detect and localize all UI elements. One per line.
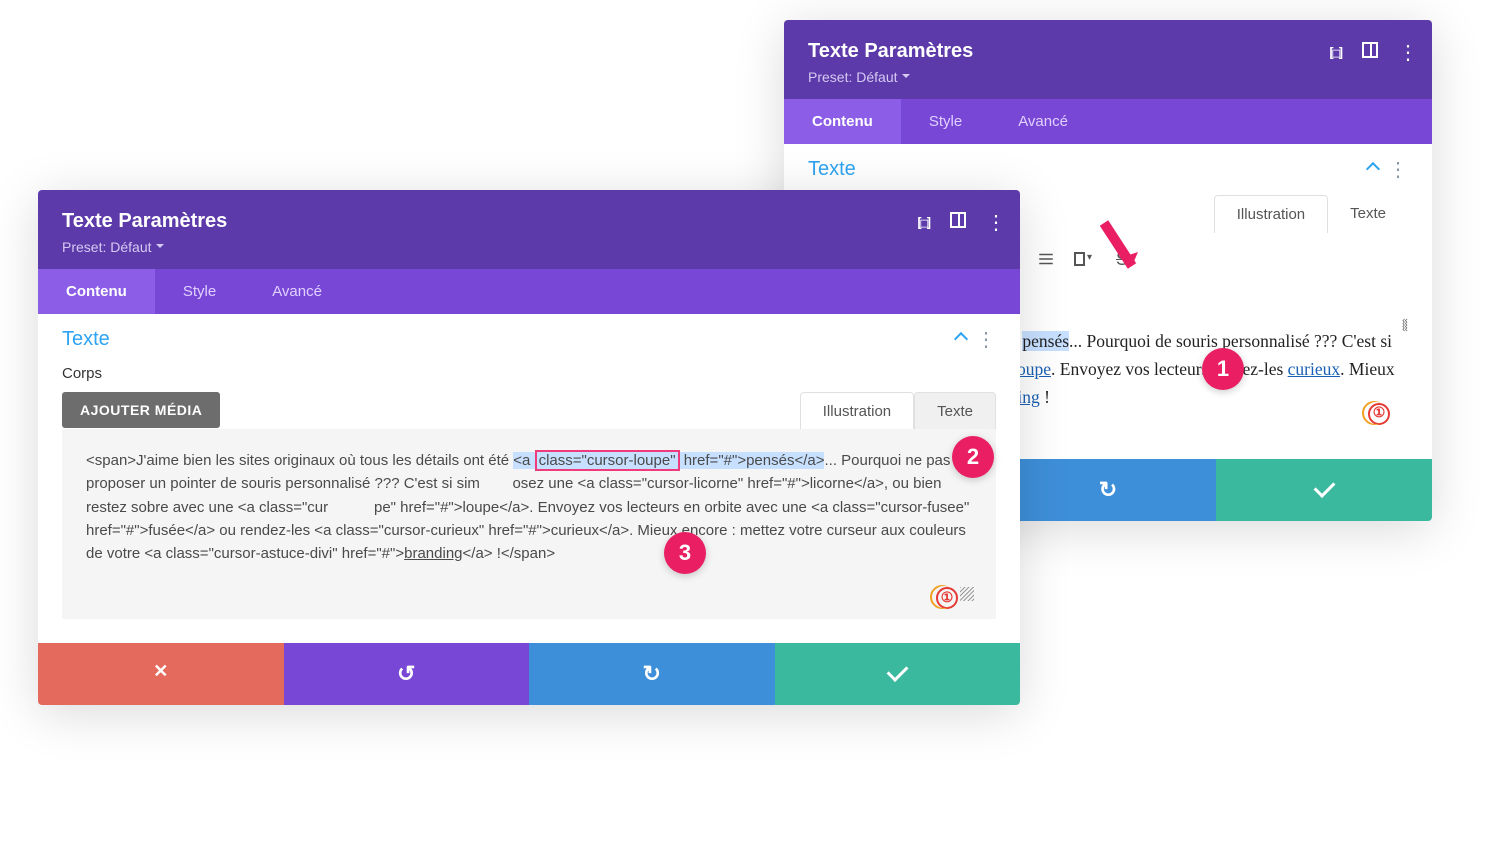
editor-mode-tabs: Illustration Texte xyxy=(1214,195,1408,233)
annotation-badge-3: 3 xyxy=(664,532,706,574)
code-selection: <a class="cursor-loupe" href="#">pensés<… xyxy=(513,452,824,469)
preset-label: Preset: Défaut xyxy=(62,239,152,255)
save-button[interactable] xyxy=(775,643,1021,705)
highlighted-class: class="cursor-loupe" xyxy=(535,450,680,471)
tab-illustration[interactable]: Illustration xyxy=(800,392,914,429)
tab-advanced[interactable]: Avancé xyxy=(244,269,350,314)
resize-handle-icon[interactable] xyxy=(960,587,974,601)
preset-selector[interactable]: Preset: Défaut xyxy=(62,239,996,255)
annotation-badge-1: 1 xyxy=(1202,348,1244,390)
section-title: Texte xyxy=(808,158,856,181)
cancel-button[interactable] xyxy=(38,643,284,705)
red-arrow-icon xyxy=(1094,218,1144,283)
step-one-small-icon: ① xyxy=(936,587,958,609)
section-header: Texte ⋮ xyxy=(38,314,1020,355)
tab-style[interactable]: Style xyxy=(901,99,990,144)
panel-header: Texte Paramètres Preset: Défaut [□] ⋮ xyxy=(38,190,1020,269)
redo-button[interactable] xyxy=(1000,459,1216,521)
panel-title: Texte Paramètres xyxy=(808,40,1408,63)
collapse-icon[interactable] xyxy=(1368,161,1378,179)
step-one-small-icon: ① xyxy=(1368,403,1390,425)
annotation-badge-2: 2 xyxy=(952,436,994,478)
main-tabs: Contenu Style Avancé xyxy=(784,99,1432,144)
more-icon[interactable]: ⋮ xyxy=(986,210,1006,235)
split-view-icon[interactable] xyxy=(950,212,966,233)
preset-label: Preset: Défaut xyxy=(808,69,898,85)
tab-illustration[interactable]: Illustration xyxy=(1214,195,1328,233)
tab-content[interactable]: Contenu xyxy=(784,99,901,144)
focus-icon[interactable]: [□] xyxy=(1328,44,1342,62)
action-bar xyxy=(38,643,1020,705)
section-header: Texte ⋮ xyxy=(784,144,1432,185)
panel-title: Texte Paramètres xyxy=(62,210,996,233)
code-textarea[interactable]: <span>J'aime bien les sites originaux où… xyxy=(62,429,996,619)
undo-button[interactable] xyxy=(284,643,530,705)
editor-body: Corps AJOUTER MÉDIA Illustration Texte <… xyxy=(38,355,1020,643)
main-tabs: Contenu Style Avancé xyxy=(38,269,1020,314)
tab-text[interactable]: Texte xyxy=(914,392,996,429)
panel-header: Texte Paramètres Preset: Défaut [□] ⋮ xyxy=(784,20,1432,99)
add-media-button[interactable]: AJOUTER MÉDIA xyxy=(62,392,220,428)
align-justify-icon[interactable] xyxy=(1036,250,1056,268)
selected-text: pensés xyxy=(1022,331,1069,351)
settings-panel-front: Texte Paramètres Preset: Défaut [□] ⋮ Co… xyxy=(38,190,1020,705)
section-more-icon[interactable]: ⋮ xyxy=(1388,160,1408,180)
redo-button[interactable] xyxy=(529,643,775,705)
tab-text[interactable]: Texte xyxy=(1328,195,1408,233)
section-title: Texte xyxy=(62,328,110,351)
focus-icon[interactable]: [□] xyxy=(916,214,930,232)
save-button[interactable] xyxy=(1216,459,1432,521)
more-icon[interactable]: ⋮ xyxy=(1398,40,1418,65)
section-more-icon[interactable]: ⋮ xyxy=(976,330,996,350)
table-icon[interactable]: ▾ xyxy=(1074,252,1094,266)
link-curieux[interactable]: curieux xyxy=(1288,359,1340,379)
body-label: Corps xyxy=(62,365,996,382)
editor-mode-tabs: Illustration Texte xyxy=(800,392,996,429)
split-view-icon[interactable] xyxy=(1362,42,1378,63)
caret-down-icon xyxy=(898,69,910,85)
tab-content[interactable]: Contenu xyxy=(38,269,155,314)
collapse-icon[interactable] xyxy=(956,331,966,349)
tab-style[interactable]: Style xyxy=(155,269,244,314)
tab-advanced[interactable]: Avancé xyxy=(990,99,1096,144)
inline-widget-icon[interactable]: ⧛ xyxy=(1402,311,1408,340)
caret-down-icon xyxy=(152,239,164,255)
preset-selector[interactable]: Preset: Défaut xyxy=(808,69,1408,85)
